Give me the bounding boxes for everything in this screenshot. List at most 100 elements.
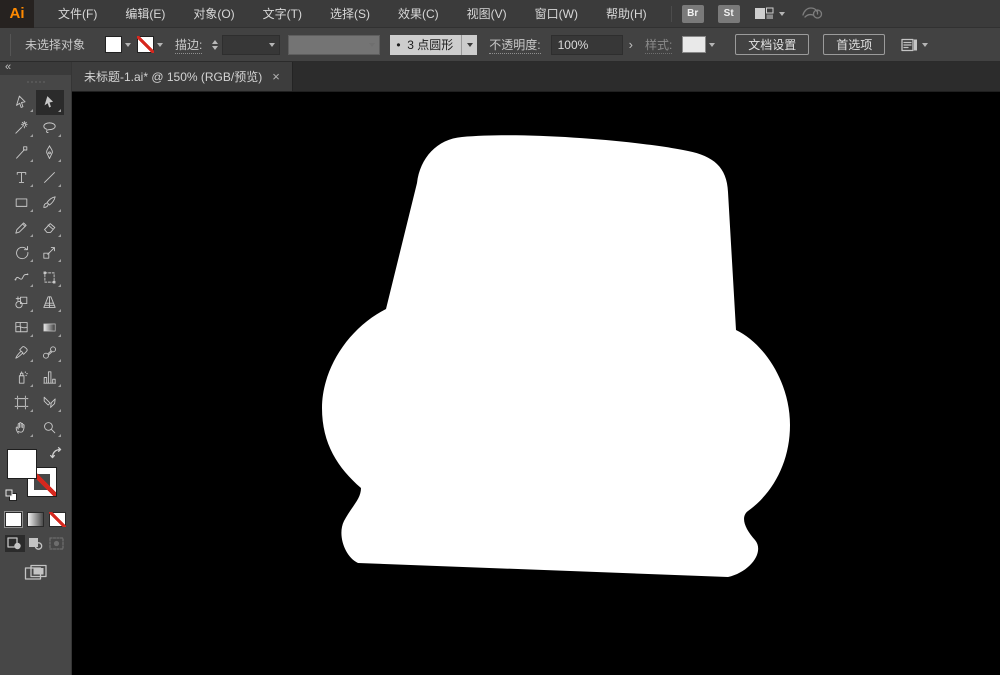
panel-grip[interactable] xyxy=(0,75,71,88)
screen-mode-button[interactable] xyxy=(0,564,71,582)
menubar: Ai 文件(F)编辑(E)对象(O)文字(T)选择(S)效果(C)视图(V)窗口… xyxy=(0,0,1000,28)
menu-item-file[interactable]: 文件(F) xyxy=(44,0,111,28)
symbol-sprayer-tool[interactable] xyxy=(8,365,36,390)
fill-indicator[interactable] xyxy=(7,449,37,479)
menu-item-window[interactable]: 窗口(W) xyxy=(521,0,592,28)
opacity-popup-arrow[interactable]: › xyxy=(623,37,639,52)
chevron-down-icon xyxy=(779,12,785,16)
swap-fill-stroke-icon[interactable] xyxy=(50,447,63,460)
scale-tool[interactable] xyxy=(36,240,64,265)
eraser-tool[interactable] xyxy=(36,215,64,240)
white-silhouette-shape[interactable] xyxy=(322,135,790,577)
rectangle-tool[interactable] xyxy=(8,190,36,215)
chevron-down-icon xyxy=(369,43,375,47)
artboard-tool[interactable] xyxy=(8,390,36,415)
width-tool[interactable] xyxy=(8,265,36,290)
selection-tool[interactable] xyxy=(36,90,64,115)
pencil-tool[interactable] xyxy=(8,215,36,240)
gradient-button[interactable] xyxy=(27,512,44,527)
preferences-button[interactable]: 首选项 xyxy=(823,34,885,55)
column-graph-tool[interactable] xyxy=(36,365,64,390)
style-swatch xyxy=(682,36,706,53)
chevron-down-icon xyxy=(125,43,131,47)
type-tool[interactable] xyxy=(8,165,36,190)
app-logo: Ai xyxy=(0,0,34,28)
slice-tool[interactable] xyxy=(36,390,64,415)
lasso-tool[interactable] xyxy=(36,115,64,140)
magic-wand-tool[interactable] xyxy=(8,115,36,140)
bridge-button[interactable]: Br xyxy=(682,5,704,23)
stroke-weight-combo[interactable] xyxy=(222,35,280,55)
panel-collapse-button[interactable]: « xyxy=(0,62,71,75)
chevron-down-icon xyxy=(157,43,163,47)
draw-inside-button[interactable] xyxy=(47,535,67,552)
document-tab[interactable]: 未标题-1.ai* @ 150% (RGB/预览) × xyxy=(72,62,293,91)
workspace-icon xyxy=(754,7,774,20)
tab-close-icon[interactable]: × xyxy=(272,70,280,83)
draw-behind-button[interactable] xyxy=(26,535,46,552)
menu-item-help[interactable]: 帮助(H) xyxy=(592,0,661,28)
menu-item-type[interactable]: 文字(T) xyxy=(249,0,316,28)
selection-status: 未选择对象 xyxy=(25,36,85,53)
default-fill-stroke-icon[interactable] xyxy=(5,489,18,502)
blend-tool[interactable] xyxy=(36,340,64,365)
paintbrush-tool[interactable] xyxy=(36,190,64,215)
color-button[interactable] xyxy=(5,512,22,527)
sync-settings-icon[interactable] xyxy=(801,4,823,23)
stroke-none-swatch xyxy=(137,36,154,53)
brush-combo-chevron[interactable] xyxy=(461,35,477,55)
panel-icon xyxy=(901,38,918,52)
hand-tool[interactable] xyxy=(8,415,36,440)
direct-selection-tool[interactable] xyxy=(8,90,36,115)
brush-definition-combo[interactable]: • 3 点圆形 xyxy=(390,35,477,55)
menubar-separator xyxy=(671,6,672,22)
stock-button[interactable]: St xyxy=(718,5,740,23)
anchor-point-tool[interactable] xyxy=(8,140,36,165)
mesh-tool[interactable] xyxy=(8,315,36,340)
opacity-input[interactable]: 100% xyxy=(551,35,623,55)
control-bar-grip xyxy=(10,34,11,56)
illustrator-window: Ai 文件(F)编辑(E)对象(O)文字(T)选择(S)效果(C)视图(V)窗口… xyxy=(0,0,1000,675)
stepper-up-icon xyxy=(212,40,218,44)
menu-items: 文件(F)编辑(E)对象(O)文字(T)选择(S)效果(C)视图(V)窗口(W)… xyxy=(44,0,661,28)
free-transform-tool[interactable] xyxy=(36,265,64,290)
artboard-canvas[interactable] xyxy=(72,92,1000,675)
menu-item-effect[interactable]: 效果(C) xyxy=(384,0,453,28)
stepper-down-icon xyxy=(212,46,218,50)
canvas-svg xyxy=(72,92,1000,675)
stroke-weight-stepper[interactable] xyxy=(212,40,218,50)
fill-stroke-control xyxy=(0,446,71,508)
menu-item-select[interactable]: 选择(S) xyxy=(316,0,384,28)
line-segment-tool[interactable] xyxy=(36,165,64,190)
workspace-switcher[interactable] xyxy=(754,7,785,20)
style-label: 样式: xyxy=(645,36,672,54)
width-profile-combo[interactable] xyxy=(288,35,380,55)
opacity-label[interactable]: 不透明度: xyxy=(489,36,540,54)
draw-normal-button[interactable] xyxy=(5,535,25,552)
eyedropper-tool[interactable] xyxy=(8,340,36,365)
drawing-mode-buttons xyxy=(0,535,71,552)
menu-item-edit[interactable]: 编辑(E) xyxy=(111,0,179,28)
fill-color-dropdown[interactable] xyxy=(105,36,131,53)
zoom-tool[interactable] xyxy=(36,415,64,440)
none-button[interactable] xyxy=(49,512,66,527)
menu-item-view[interactable]: 视图(V) xyxy=(453,0,521,28)
style-dropdown[interactable] xyxy=(678,36,715,53)
control-panel-menu[interactable] xyxy=(901,38,928,52)
document-setup-button[interactable]: 文档设置 xyxy=(735,34,809,55)
chevron-down-icon xyxy=(709,43,715,47)
menu-item-object[interactable]: 对象(O) xyxy=(179,0,248,28)
shape-builder-tool[interactable] xyxy=(8,290,36,315)
opacity-value: 100% xyxy=(558,38,589,52)
stroke-color-dropdown[interactable] xyxy=(137,36,163,53)
paint-style-buttons xyxy=(0,512,71,527)
control-bar: 未选择对象 描边: • 3 点圆形 不透明度: 100% › 样式: 文档设置 … xyxy=(0,28,1000,62)
rotate-tool[interactable] xyxy=(8,240,36,265)
brush-dot: • xyxy=(396,38,400,52)
gradient-tool[interactable] xyxy=(36,315,64,340)
stroke-weight-label[interactable]: 描边: xyxy=(175,36,202,54)
perspective-grid-tool[interactable] xyxy=(36,290,64,315)
document-tab-bar: 未标题-1.ai* @ 150% (RGB/预览) × xyxy=(72,62,1000,92)
tools-grid xyxy=(0,90,71,440)
pen-tool[interactable] xyxy=(36,140,64,165)
